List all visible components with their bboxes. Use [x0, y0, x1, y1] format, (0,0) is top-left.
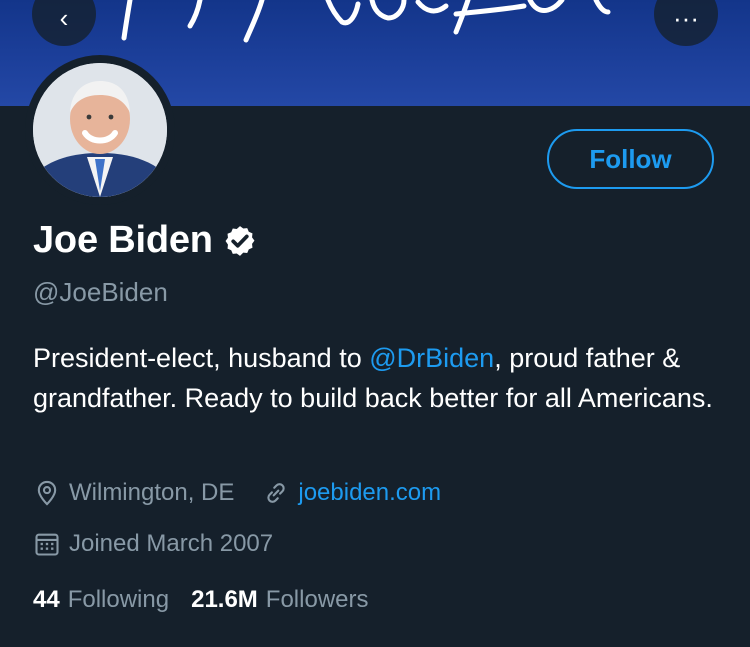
joined-text: Joined March 2007: [69, 530, 274, 557]
followers-label: Followers: [265, 586, 369, 613]
location-text: Wilmington, DE: [69, 479, 235, 506]
location-pin-icon: [37, 480, 57, 506]
handle: @JoeBiden: [33, 277, 168, 307]
calendar-icon: [35, 533, 59, 556]
following-stat[interactable]: 44 Following: [33, 586, 169, 614]
more-options-icon: ···: [673, 3, 699, 33]
name-row: Joe Biden: [33, 219, 257, 262]
following-count: 44: [33, 586, 60, 613]
follow-stats: 44 Following 21.6M Followers: [33, 586, 369, 614]
followers-stat[interactable]: 21.6M Followers: [191, 586, 368, 614]
avatar[interactable]: [25, 55, 175, 205]
website-link[interactable]: joebiden.com: [298, 479, 441, 507]
website[interactable]: joebiden.com: [262, 479, 441, 507]
display-name: Joe Biden: [33, 219, 213, 261]
following-label: Following: [67, 586, 170, 613]
follow-button[interactable]: Follow: [547, 129, 714, 189]
joined-row: Joined March 2007: [33, 530, 273, 558]
link-icon: [267, 483, 286, 503]
bio-mention-link[interactable]: @DrBiden: [369, 343, 494, 373]
bio: President-elect, husband to @DrBiden, pr…: [33, 338, 723, 418]
back-arrow-icon: ‹: [59, 3, 69, 33]
profile-meta-row: Wilmington, DE joebiden.com: [33, 479, 441, 507]
bio-text-start: President-elect, husband to: [33, 343, 370, 373]
followers-count: 21.6M: [191, 586, 258, 613]
avatar-photo: [33, 63, 167, 197]
verified-badge-icon: [225, 225, 255, 256]
